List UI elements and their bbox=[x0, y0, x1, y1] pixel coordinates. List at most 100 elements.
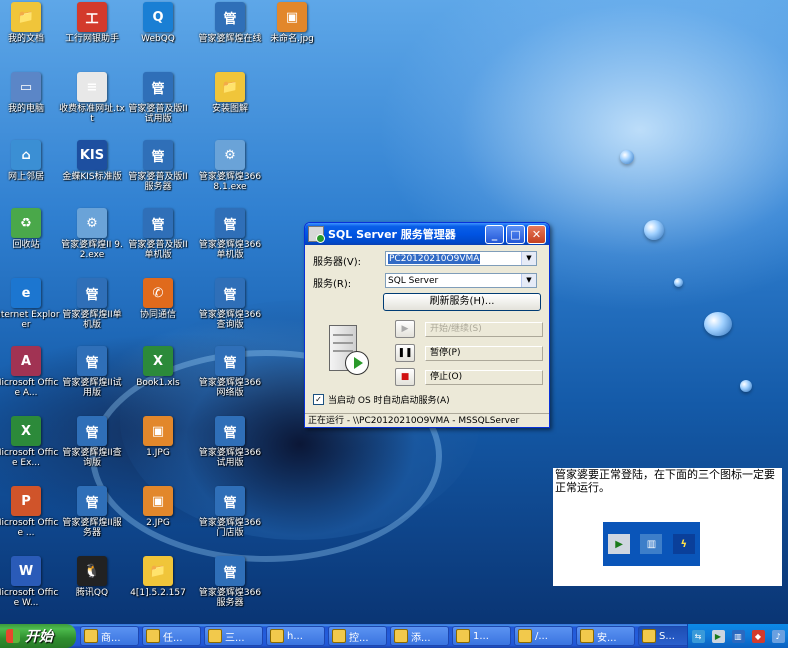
desktop-icon-label: 回收站 bbox=[12, 240, 40, 250]
minimize-button[interactable]: _ bbox=[485, 224, 504, 244]
desktop-icon[interactable]: 管管家婆辉煌在线 bbox=[196, 2, 264, 44]
pause-button[interactable]: ❚❚ bbox=[395, 344, 415, 362]
desktop-icon[interactable]: ✆ 协同通信 bbox=[124, 278, 192, 320]
desktop-icon[interactable]: KIS 金蝶KIS标准版 bbox=[58, 140, 126, 182]
network-icon[interactable]: ⇆ bbox=[691, 629, 705, 643]
taskbar-button[interactable]: 任... bbox=[142, 626, 201, 646]
chevron-down-icon[interactable]: ▼ bbox=[521, 252, 536, 265]
desktop-icon[interactable]: ▣ 2.JPG bbox=[124, 486, 192, 528]
icbc-helper-icon: 工 bbox=[77, 2, 107, 32]
desktop-icon[interactable]: 管管家婆辉煌366试用版 bbox=[196, 416, 264, 468]
desktop-icon[interactable]: 📁 4[1].5.2.157 bbox=[124, 556, 192, 598]
close-button[interactable]: ✕ bbox=[527, 224, 546, 244]
taskbar-button-label: 1... bbox=[473, 630, 489, 642]
desktop-icon-label: 金蝶KIS标准版 bbox=[62, 172, 122, 182]
desktop-icon-label: Microsoft Office W... bbox=[0, 588, 59, 608]
desktop-icon[interactable]: ▣ 1.JPG bbox=[124, 416, 192, 458]
desktop-icon-label: 管家婆辉煌366查询版 bbox=[198, 310, 262, 330]
checkbox-check-icon[interactable]: ✓ bbox=[313, 394, 324, 405]
desktop-icon[interactable]: 管管家婆辉煌366门店版 bbox=[196, 486, 264, 538]
server-label: 服务器(V): bbox=[313, 257, 362, 268]
desktop-icon[interactable]: ⚙ 管家婆辉煌II 9.2.exe bbox=[58, 208, 126, 260]
desktop-icon[interactable]: 管管家婆辉煌366查询版 bbox=[196, 278, 264, 330]
desktop-icon[interactable]: 管管家婆辉煌II试用版 bbox=[58, 346, 126, 398]
water-drop bbox=[740, 380, 752, 392]
desktop-icon[interactable]: X Book1.xls bbox=[124, 346, 192, 388]
window-icon bbox=[580, 629, 594, 643]
desktop-icon[interactable]: 管管家婆辉煌366网络版 bbox=[196, 346, 264, 398]
desktop-icon[interactable]: eInternet Explorer bbox=[0, 278, 60, 330]
taskbar-button-label: h... bbox=[287, 630, 303, 642]
taskbar-button[interactable]: 安... bbox=[576, 626, 635, 646]
desktop-icon-label: 2.JPG bbox=[146, 518, 170, 528]
maximize-button[interactable]: □ bbox=[506, 224, 525, 244]
desktop-icon[interactable]: 管管家婆普及版II单机版 bbox=[124, 208, 192, 260]
desktop-icon-label: 腾讯QQ bbox=[75, 588, 109, 598]
window-icon bbox=[642, 629, 656, 643]
server-combobox[interactable]: PC20120210O9VMA ▼ bbox=[385, 251, 537, 266]
taskbar-button-label: 添... bbox=[411, 632, 431, 644]
sql-service-icon[interactable]: ▶ bbox=[711, 629, 725, 643]
taskbar-button[interactable]: 添... bbox=[390, 626, 449, 646]
gjp-366-server-icon: 管 bbox=[215, 556, 245, 586]
gjp-tray-icon[interactable]: ▥ bbox=[731, 629, 745, 643]
desktop-icon-label: 管家婆辉煌II服务器 bbox=[62, 518, 122, 538]
desktop-icon[interactable]: W Microsoft Office W... bbox=[0, 556, 60, 608]
taskbar-button[interactable]: 三... bbox=[204, 626, 263, 646]
stop-button[interactable]: ■ bbox=[395, 368, 415, 386]
desktop-icon[interactable]: 🐧 腾讯QQ bbox=[58, 556, 126, 598]
desktop-icon[interactable]: 管管家婆辉煌II单机版 bbox=[58, 278, 126, 330]
desktop-icon[interactable]: Q WebQQ bbox=[124, 2, 192, 44]
desktop-icon[interactable]: 工工行网银助手 bbox=[58, 2, 126, 44]
window-icon bbox=[208, 629, 222, 643]
ms-word-icon: W bbox=[11, 556, 41, 586]
desktop-icon[interactable]: ♻ 回收站 bbox=[0, 208, 60, 250]
desktop-icon[interactable]: ▣ 未命名.jpg bbox=[258, 2, 326, 44]
start-button[interactable]: ▶ bbox=[395, 320, 415, 338]
desktop-icon-label: Internet Explorer bbox=[0, 310, 60, 330]
desktop-icon-label: 4[1].5.2.157 bbox=[130, 588, 186, 598]
desktop-icon[interactable]: A Microsoft Office A... bbox=[0, 346, 60, 398]
gjp-366-query-icon: 管 bbox=[215, 278, 245, 308]
desktop-icon[interactable]: 📁 安装图解 bbox=[196, 72, 264, 114]
image-file-icon: ▣ bbox=[143, 486, 173, 516]
desktop-icon[interactable]: 管管家婆辉煌366服务器 bbox=[196, 556, 264, 608]
desktop-icon-label: 协同通信 bbox=[139, 310, 176, 320]
autostart-checkbox[interactable]: ✓ 当启动 OS 时自动启动服务(A) bbox=[313, 393, 450, 406]
desktop-icon[interactable]: 管管家婆普及版II试用版 bbox=[124, 72, 192, 124]
desktop-icon[interactable]: X Microsoft Office Ex... bbox=[0, 416, 60, 468]
folder-icon: 📁 bbox=[143, 556, 173, 586]
service-label: 服务(R): bbox=[313, 279, 352, 290]
chevron-down-icon[interactable]: ▼ bbox=[521, 274, 536, 287]
desktop-icon[interactable]: ⌂ 网上邻居 bbox=[0, 140, 60, 182]
refresh-services-button[interactable]: 刷新服务(H)... bbox=[383, 293, 541, 311]
taskbar-button[interactable]: 控... bbox=[328, 626, 387, 646]
start-button[interactable]: w 开始 bbox=[0, 624, 76, 648]
taskbar-button[interactable]: 1... bbox=[452, 626, 511, 646]
desktop-icon-label: 收费标准网址.txt bbox=[59, 104, 125, 124]
desktop-icon[interactable]: 管管家婆辉煌366单机版 bbox=[196, 208, 264, 260]
desktop-icon[interactable]: 管管家婆辉煌II查询版 bbox=[58, 416, 126, 468]
desktop-icon[interactable]: ⚙ 管家婆辉煌366 8.1.exe bbox=[196, 140, 264, 192]
taskbar-button[interactable]: /... bbox=[514, 626, 573, 646]
ms-excel-icon: X bbox=[11, 416, 41, 446]
desktop-icon[interactable]: ▭ 我的电脑 bbox=[0, 72, 60, 114]
desktop-icon[interactable]: ≡ 收费标准网址.txt bbox=[58, 72, 126, 124]
volume-icon[interactable]: ♪ bbox=[771, 629, 785, 643]
desktop-icon-label: 管家婆辉煌366单机版 bbox=[198, 240, 262, 260]
taskbar-button[interactable]: h... bbox=[266, 626, 325, 646]
taskbar-button[interactable]: 商... bbox=[80, 626, 139, 646]
service-combobox[interactable]: SQL Server ▼ bbox=[385, 273, 537, 288]
server-value: PC20120210O9VMA bbox=[388, 254, 481, 264]
gjp-installer-icon: ⚙ bbox=[215, 140, 245, 170]
desktop-icon[interactable]: P Microsoft Office ... bbox=[0, 486, 60, 538]
gjp-366-network-icon: 管 bbox=[215, 346, 245, 376]
desktop-icon[interactable]: 📁 我的文档 bbox=[0, 2, 60, 44]
window-icon bbox=[394, 629, 408, 643]
desktop-icon[interactable]: 管管家婆普及版II服务器 bbox=[124, 140, 192, 192]
sql-service-manager-window[interactable]: SQL Server 服务管理器 _ □ ✕ 服务器(V): PC2012021… bbox=[304, 222, 550, 428]
security-icon[interactable]: ◆ bbox=[751, 629, 765, 643]
desktop-icon[interactable]: 管管家婆辉煌II服务器 bbox=[58, 486, 126, 538]
start-label: 开始 bbox=[25, 629, 53, 645]
window-titlebar[interactable]: SQL Server 服务管理器 _ □ ✕ bbox=[305, 223, 549, 245]
